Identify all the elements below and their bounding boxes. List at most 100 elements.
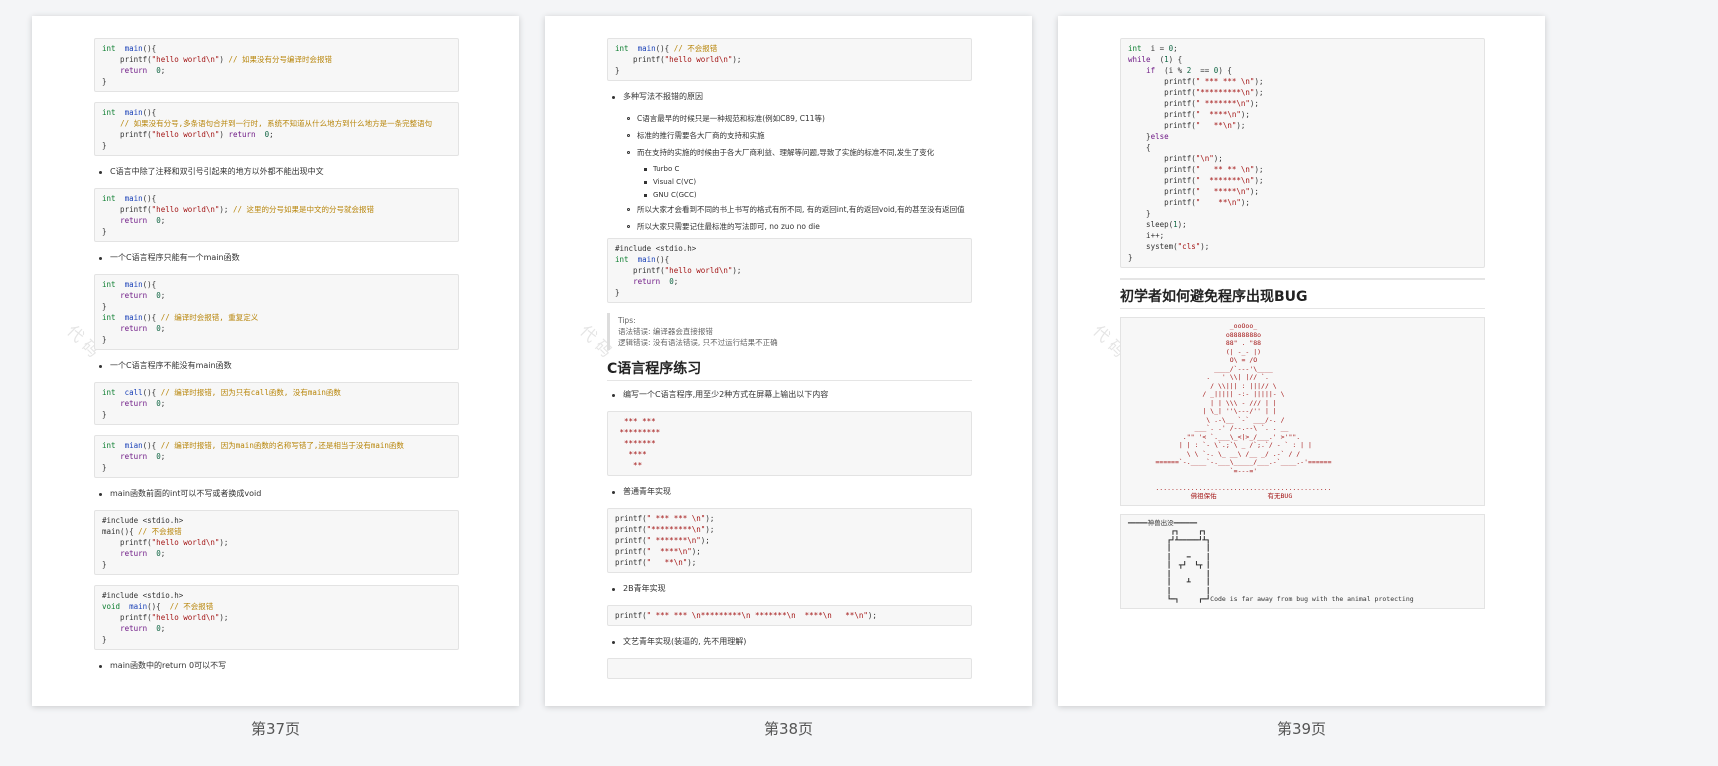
code-line: int main(){ // 不会报错: [615, 43, 964, 54]
list-item: 一个C语言程序只能有一个main函数: [94, 252, 459, 264]
code-line: printf("hello world\n");: [102, 537, 451, 548]
code-token: );: [1213, 154, 1223, 163]
code-token: printf(: [102, 130, 152, 139]
code-token: );: [1254, 88, 1264, 97]
code-line: return 0;: [102, 215, 451, 226]
code-block[interactable]: #include <stdio.h> void main(){ // 不会报错 p…: [94, 585, 459, 650]
code-line: if (i % 2 == 0) {: [1128, 65, 1477, 76]
code-token: int: [1128, 44, 1142, 53]
code-token: ;: [160, 624, 166, 633]
code-line: #include <stdio.h>: [102, 515, 451, 526]
code-token: int: [102, 280, 116, 289]
code-line: printf(" *** *** \n");: [1128, 76, 1477, 87]
code-token: "hello world\n": [151, 130, 220, 139]
code-token: // 编译时报错, 因为main函数的名称写错了,还是相当于没有main函数: [160, 441, 404, 450]
code-line: ****: [615, 449, 964, 460]
code-line: system("cls");: [1128, 241, 1477, 252]
code-line: i++;: [1128, 230, 1477, 241]
sub-list-item: C语言最早的时候只是一种规范和标准(例如C89, C11等): [607, 113, 972, 124]
sub-list-item: 标准的推行需要各大厂商的支持和实施: [607, 130, 972, 141]
code-token: " *****\n": [1195, 187, 1250, 196]
code-line: }: [102, 226, 451, 237]
code-block[interactable]: printf(" *** *** \n*********\n *******\n…: [607, 605, 972, 626]
code-token: printf(: [102, 205, 152, 214]
code-token: (){: [142, 108, 157, 117]
code-line: printf(" *****\n");: [1128, 186, 1477, 197]
code-block[interactable]: int main(){ printf("hello world\n") // 如…: [94, 38, 459, 92]
code-token: return: [120, 66, 148, 75]
code-block[interactable]: [607, 658, 972, 679]
code-block[interactable]: int main(){ // 不会报错 printf("hello world\…: [607, 38, 972, 81]
page-39[interactable]: 代 码 int i = 0; while (1) { if (i % 2 == 0…: [1058, 16, 1545, 706]
code-token: " *** *** \n*********\n *******\n ****\n…: [646, 611, 868, 620]
code-line: }: [615, 287, 964, 298]
code-token: printf(: [1128, 121, 1196, 130]
code-token: }: [102, 227, 107, 236]
code-token: // 不会报错: [138, 527, 182, 536]
code-line: *********: [615, 427, 964, 438]
code-token: {: [1128, 143, 1151, 152]
code-block[interactable]: int mian(){ // 编译时报错, 因为main函数的名称写错了,还是相…: [94, 435, 459, 478]
code-line: return 0;: [102, 290, 451, 301]
code-block[interactable]: int main(){ return 0;} int main(){ // 编译时…: [94, 274, 459, 350]
list-item: 普通青年实现: [607, 486, 972, 498]
page-37[interactable]: 代 码 int main(){ printf("hello world\n") …: [32, 16, 519, 706]
code-line: sleep(1);: [1128, 219, 1477, 230]
code-token: if: [1146, 66, 1156, 75]
code-token: );: [1249, 187, 1259, 196]
code-block[interactable]: int call(){ // 编译时报错, 因为只有call函数, 没有main…: [94, 382, 459, 425]
code-token: main: [124, 194, 143, 203]
code-token: return: [120, 452, 148, 461]
ascii-art-buddha[interactable]: _ooOoo_ o8888888o 88" . "88 (| -_- |) O\…: [1120, 317, 1485, 506]
code-block[interactable]: printf(" *** *** \n"); printf("*********\…: [607, 508, 972, 573]
nested-list-item: GNU C(GCC): [607, 190, 972, 201]
code-token: printf(: [615, 266, 665, 275]
code-line: return 0;: [102, 623, 451, 634]
code-token: );: [1240, 198, 1250, 207]
code-token: }: [102, 463, 107, 472]
code-token: }: [102, 335, 107, 344]
section-heading: C语言程序练习: [607, 358, 972, 381]
page-38[interactable]: 代 码 int main(){ // 不会报错 printf("hello wo…: [545, 16, 1032, 706]
code-token: ;: [1173, 44, 1178, 53]
code-token: "hello world\n": [151, 205, 220, 214]
code-token: int: [102, 194, 116, 203]
divider: [1120, 278, 1485, 280]
code-token: }: [1128, 253, 1133, 262]
code-token: printf(: [1128, 198, 1196, 207]
code-token: );: [732, 55, 742, 64]
code-token: );: [1254, 165, 1264, 174]
code-token: " *******\n": [1195, 176, 1255, 185]
ascii-art-beast[interactable]: ━━━━━神兽出没━━━━━━ ┏┓ ┏┓ ┏┛┻━━━━━┛┻┓ ┃ ┃ ┃ …: [1120, 513, 1485, 609]
code-token: ;: [160, 399, 166, 408]
code-line: {: [1128, 142, 1477, 153]
code-token: int: [615, 44, 629, 53]
code-block[interactable]: *** *** ********* ******* **** **: [607, 411, 972, 476]
code-token: " **\n": [646, 558, 688, 567]
code-token: "cls": [1177, 242, 1201, 251]
code-block[interactable]: #include <stdio.h> int main(){ printf("he…: [607, 238, 972, 303]
code-token: while: [1128, 55, 1151, 64]
list-item: 文艺青年实现(装逼的, 先不用理解): [607, 636, 972, 648]
code-line: return 0;: [102, 65, 451, 76]
code-block[interactable]: int main(){ printf("hello world\n"); // …: [94, 188, 459, 242]
code-token: }: [102, 302, 107, 311]
list-item: 多种写法不报错的原因: [607, 91, 972, 103]
code-block[interactable]: #include <stdio.h> main(){ // 不会报错 printf…: [94, 510, 459, 575]
code-token: main: [637, 44, 656, 53]
code-token: else: [1150, 132, 1169, 141]
code-block[interactable]: int i = 0; while (1) { if (i % 2 == 0) { …: [1120, 38, 1485, 268]
code-token: int: [102, 108, 116, 117]
code-token: );: [867, 611, 877, 620]
code-token: **: [615, 461, 643, 470]
sub-list-item: 所以大家才会看到不同的书上书写的格式有所不同, 有的返回int,有的返回void…: [607, 204, 972, 215]
code-token: *********: [615, 428, 661, 437]
code-block[interactable]: int main(){ // 如果没有分号,多条语句合并到一行时, 系统不知道从…: [94, 102, 459, 156]
code-token: "\n": [1195, 154, 1214, 163]
